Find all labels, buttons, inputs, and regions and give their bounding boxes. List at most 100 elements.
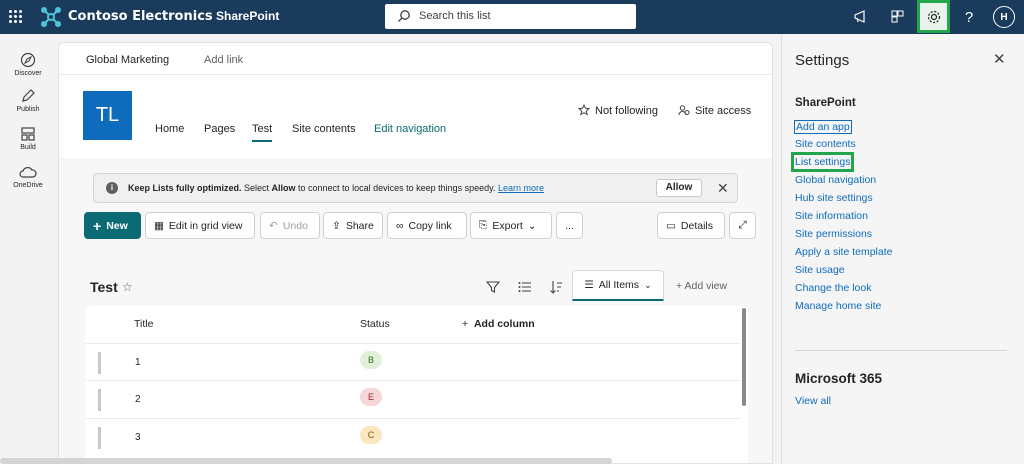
list-view-icon: ☰: [584, 279, 594, 291]
compass-icon: [20, 52, 36, 68]
favorite-star-icon[interactable]: ☆: [122, 280, 133, 294]
rail-label: Publish: [16, 106, 40, 113]
column-header-status[interactable]: Status: [360, 318, 390, 330]
search-input[interactable]: [419, 8, 619, 24]
export-button[interactable]: ⎘ Export ⌄: [470, 212, 552, 239]
banner-close-icon[interactable]: ✕: [717, 180, 729, 197]
announcement-icon[interactable]: [847, 3, 875, 31]
people-icon: [678, 105, 690, 116]
info-icon: i: [106, 182, 118, 194]
brand-name[interactable]: Contoso Electronics: [68, 9, 213, 24]
site-access-button[interactable]: Site access: [678, 104, 751, 117]
app-name[interactable]: SharePoint: [216, 9, 279, 23]
search-icon: [398, 10, 410, 22]
column-header-title[interactable]: Title: [134, 318, 153, 330]
nav-pages[interactable]: Pages: [204, 123, 235, 135]
list-title: Test: [90, 279, 118, 295]
more-button[interactable]: ...: [556, 212, 583, 239]
follow-button[interactable]: Not following: [577, 103, 658, 117]
hub-nav: Global Marketing Add link: [59, 43, 772, 75]
table-row[interactable]: 2 E: [85, 381, 740, 419]
settings-link-manage-home-site[interactable]: Manage home site: [795, 300, 881, 312]
export-icon: ⎘: [479, 219, 488, 231]
add-column-label: Add column: [473, 318, 535, 330]
grid-icon: ▦: [154, 219, 164, 232]
rail-item-build[interactable]: Build: [0, 126, 56, 151]
link-icon: ∞: [396, 219, 404, 232]
banner-allow-word: Allow: [271, 183, 296, 193]
close-icon[interactable]: ✕: [993, 50, 1006, 68]
export-label: Export: [492, 219, 523, 232]
vertical-scrollbar[interactable]: [742, 308, 746, 406]
nav-edit-navigation[interactable]: Edit navigation: [374, 123, 446, 135]
pen-icon: [22, 89, 35, 102]
follow-label: Not following: [595, 105, 658, 117]
m365-heading: Microsoft 365: [795, 371, 883, 386]
details-button[interactable]: ▭ Details: [657, 212, 725, 239]
expand-icon[interactable]: ⤢: [729, 212, 756, 239]
new-button[interactable]: + New: [84, 212, 141, 239]
app-grid-icon[interactable]: [884, 3, 912, 31]
settings-link-hub-site-settings[interactable]: Hub site settings: [795, 192, 873, 204]
add-view-button[interactable]: + Add view: [676, 280, 727, 292]
settings-link-site-usage[interactable]: Site usage: [795, 264, 845, 276]
row-select-handle[interactable]: [98, 427, 101, 449]
settings-link-apply-template[interactable]: Apply a site template: [795, 246, 892, 258]
learn-more-link[interactable]: Learn more: [498, 183, 544, 193]
settings-link-list-settings[interactable]: List settings: [790, 152, 855, 172]
status-badge: B: [360, 351, 382, 369]
status-badge: E: [360, 388, 382, 406]
cloud-icon: [19, 167, 37, 178]
chevron-down-icon: ⌄: [527, 219, 537, 232]
nav-home[interactable]: Home: [155, 123, 184, 135]
suite-bar: Contoso Electronics SharePoint ? H: [0, 0, 1024, 34]
settings-link-site-information[interactable]: Site information: [795, 210, 868, 222]
settings-link-global-navigation[interactable]: Global navigation: [795, 174, 876, 186]
rail-item-discover[interactable]: Discover: [0, 52, 56, 77]
row-select-handle[interactable]: [98, 389, 101, 411]
row-title[interactable]: 2: [135, 394, 141, 405]
nav-test[interactable]: Test: [252, 123, 272, 135]
settings-link-change-look[interactable]: Change the look: [795, 282, 871, 294]
settings-link-add-app[interactable]: Add an app: [794, 120, 852, 134]
hub-title-link[interactable]: Global Marketing: [86, 54, 169, 66]
filter-icon[interactable]: [486, 280, 500, 294]
nav-site-contents[interactable]: Site contents: [292, 123, 356, 135]
table-row[interactable]: 3 C: [85, 419, 740, 457]
view-all-link[interactable]: View all: [795, 395, 831, 407]
settings-link-site-contents[interactable]: Site contents: [795, 138, 856, 150]
copy-link-button[interactable]: ∞ Copy link: [387, 212, 467, 239]
site-access-label: Site access: [695, 105, 752, 117]
add-column-button[interactable]: + Add column: [462, 318, 535, 330]
search-box[interactable]: [385, 4, 636, 29]
plus-icon: +: [93, 217, 102, 234]
allow-button[interactable]: Allow: [656, 179, 702, 197]
table-row[interactable]: 1 B: [85, 343, 740, 381]
chevron-down-icon: ⌄: [644, 279, 652, 290]
rail-label: Discover: [14, 70, 42, 77]
share-button[interactable]: ⇪ Share: [323, 212, 383, 239]
edit-grid-view-button[interactable]: ▦ Edit in grid view: [145, 212, 255, 239]
group-by-icon[interactable]: [518, 280, 532, 294]
copy-link-label: Copy link: [408, 219, 452, 232]
divider: [795, 350, 1007, 351]
add-link-button[interactable]: Add link: [204, 54, 243, 66]
sort-icon[interactable]: [549, 280, 563, 294]
details-icon: ▭: [666, 219, 676, 232]
rail-item-publish[interactable]: Publish: [0, 88, 56, 113]
main-content: Global Marketing Add link TL Home Pages …: [58, 42, 773, 464]
row-select-handle[interactable]: [98, 352, 101, 374]
row-title[interactable]: 3: [135, 432, 141, 443]
horizontal-scrollbar[interactable]: [0, 458, 612, 464]
left-rail: Discover Publish Build OneDrive: [0, 34, 56, 464]
settings-link-site-permissions[interactable]: Site permissions: [795, 228, 872, 240]
site-logo[interactable]: TL: [83, 91, 132, 140]
user-avatar[interactable]: H: [993, 6, 1015, 28]
undo-button[interactable]: ↶ Undo: [260, 212, 320, 239]
view-selector[interactable]: ☰ All Items ⌄: [572, 270, 664, 301]
row-title[interactable]: 1: [135, 357, 141, 368]
help-icon[interactable]: ?: [955, 3, 983, 31]
rail-item-onedrive[interactable]: OneDrive: [0, 164, 56, 189]
app-launcher-icon[interactable]: [6, 7, 24, 25]
settings-gear-icon[interactable]: [917, 0, 950, 33]
